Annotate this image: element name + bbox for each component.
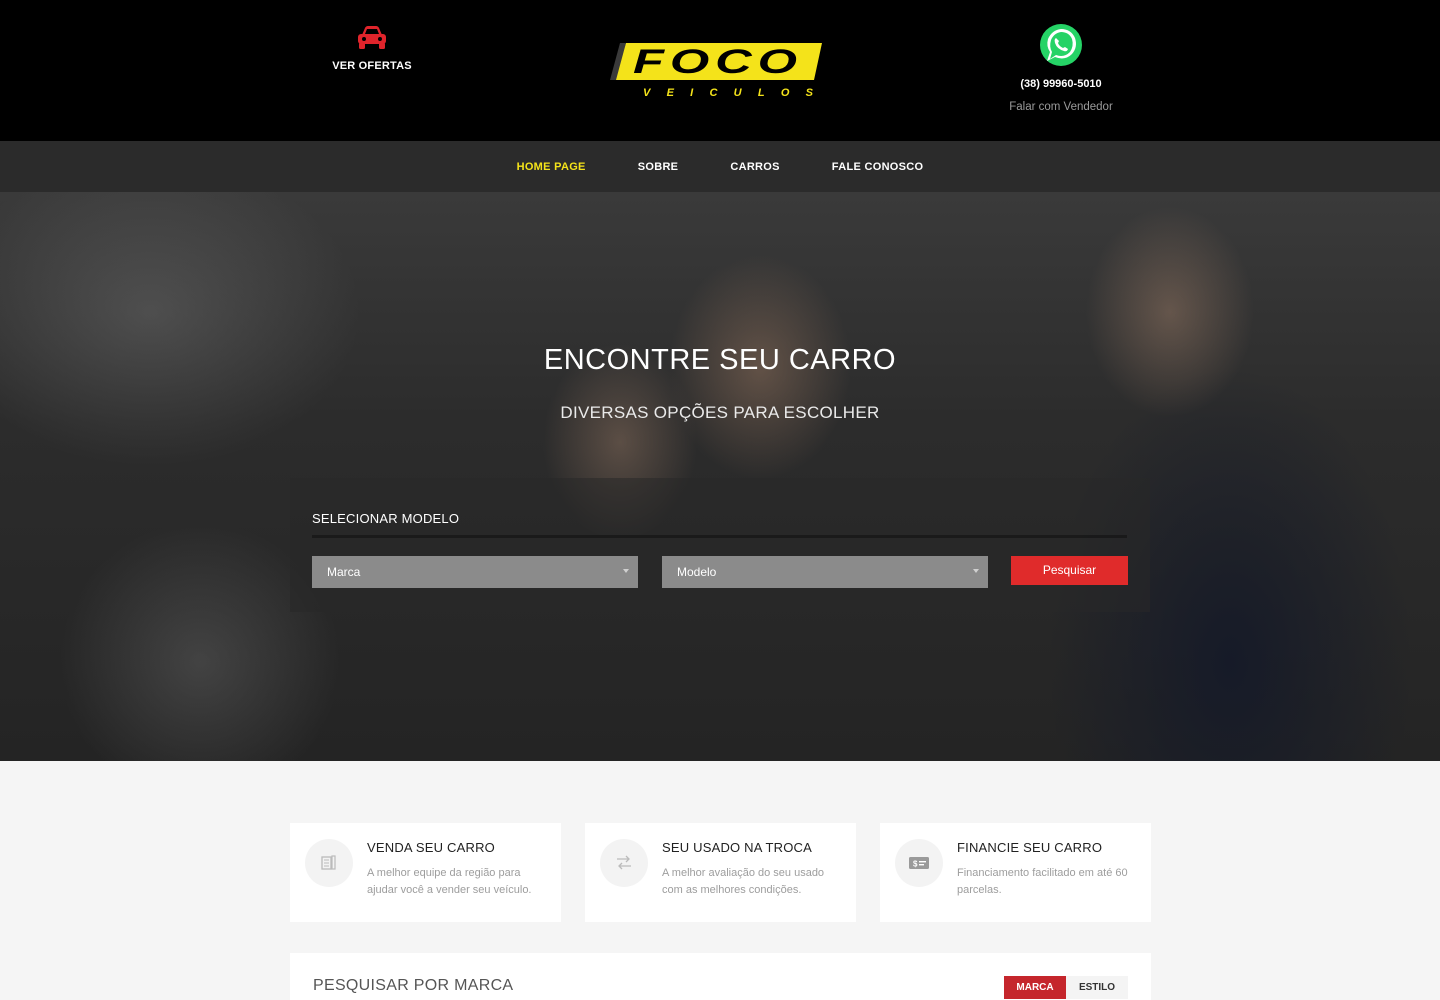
feature-icon-wrap (305, 839, 353, 887)
feature-title: FINANCIE SEU CARRO (957, 840, 1103, 855)
payment-card-icon: $ (909, 857, 929, 869)
feature-icon-wrap (600, 839, 648, 887)
top-header: VER OFERTAS FOCO VEICULOS (38) 99960-501… (0, 0, 1440, 141)
phone-number[interactable]: (38) 99960-5010 (990, 78, 1132, 90)
whatsapp-icon[interactable] (1038, 22, 1084, 68)
brand-select-value: Marca (327, 565, 361, 579)
car-icon (358, 26, 386, 49)
nav-about[interactable]: SOBRE (612, 161, 705, 173)
foco-logo[interactable]: FOCO VEICULOS (610, 40, 824, 100)
feature-financing[interactable]: $ FINANCIE SEU CARRO Financiamento facil… (880, 823, 1151, 922)
feature-description: A melhor equipe da região para ajudar vo… (367, 867, 532, 896)
tab-brand[interactable]: MARCA (1004, 976, 1066, 999)
brand-select[interactable]: Marca (312, 556, 638, 588)
exchange-icon (617, 855, 631, 870)
view-offers-label: VER OFERTAS (332, 60, 412, 72)
chevron-down-icon (623, 569, 629, 573)
view-offers-link[interactable]: VER OFERTAS (322, 24, 422, 72)
model-search-box: SELECIONAR MODELO Marca Modelo Pesquisar (290, 478, 1150, 612)
feature-trade-in[interactable]: SEU USADO NA TROCA A melhor avaliação do… (585, 823, 856, 922)
feature-sell-car[interactable]: VENDA SEU CARRO A melhor equipe da regiã… (290, 823, 561, 922)
brand-search-panel: PESQUISAR POR MARCA MARCA ESTILO (290, 953, 1151, 1000)
nav-contact[interactable]: FALE CONOSCO (806, 161, 950, 173)
feature-title: SEU USADO NA TROCA (662, 840, 813, 855)
main-nav: HOME PAGE SOBRE CARROS FALE CONOSCO (0, 141, 1440, 192)
feature-title: VENDA SEU CARRO (367, 840, 495, 855)
feature-description: Financiamento facilitado em até 60 parce… (957, 867, 1128, 896)
feature-icon-wrap: $ (895, 839, 943, 887)
talk-to-seller-label[interactable]: Falar com Vendedor (990, 101, 1132, 113)
brand-search-title: PESQUISAR POR MARCA (313, 977, 514, 994)
chevron-down-icon (973, 569, 979, 573)
select-model-label: SELECIONAR MODELO (312, 511, 460, 526)
model-select-value: Modelo (677, 565, 717, 579)
model-select[interactable]: Modelo (662, 556, 988, 588)
search-divider (312, 535, 1127, 538)
feature-description: A melhor avaliação do seu usado com as m… (662, 867, 825, 896)
hero-subtitle: DIVERSAS OPÇÕES PARA ESCOLHER (560, 403, 880, 422)
search-button[interactable]: Pesquisar (1011, 556, 1128, 585)
features-row: VENDA SEU CARRO A melhor equipe da regiã… (290, 823, 1151, 922)
hero-banner: ENCONTRE SEU CARRO DIVERSAS OPÇÕES PARA … (0, 192, 1440, 761)
document-icon (321, 855, 336, 870)
logo-main-text: FOCO (633, 43, 803, 81)
contact-block[interactable]: (38) 99960-5010 Falar com Vendedor (990, 22, 1132, 113)
logo-sub-text: VEICULOS (643, 87, 814, 99)
nav-cars[interactable]: CARROS (704, 161, 805, 173)
svg-text:$: $ (913, 860, 918, 869)
hero-title: ENCONTRE SEU CARRO (543, 344, 897, 376)
nav-home[interactable]: HOME PAGE (491, 161, 612, 173)
tab-style[interactable]: ESTILO (1066, 976, 1128, 999)
